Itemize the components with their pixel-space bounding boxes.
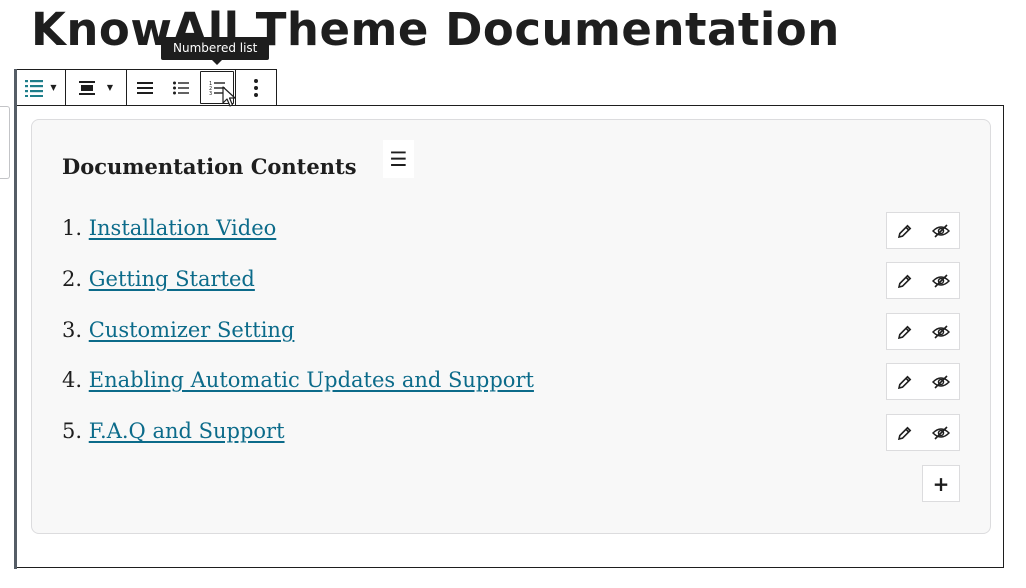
- plus-icon[interactable]: +: [922, 465, 960, 502]
- list-item-number: 3.: [62, 318, 83, 342]
- list-item-number: 2.: [62, 267, 83, 291]
- toc-heading[interactable]: Documentation Contents: [62, 154, 357, 179]
- row-actions: [886, 363, 960, 400]
- edit-pencil-icon[interactable]: [887, 426, 923, 440]
- toolbar-group-more: [236, 70, 276, 105]
- justify-button[interactable]: [127, 70, 163, 105]
- hide-eye-icon[interactable]: [923, 374, 959, 389]
- chevron-down-icon: ▼: [106, 83, 114, 92]
- list-item-number: 1.: [62, 216, 83, 240]
- list-item: 2. Getting Started: [62, 267, 255, 291]
- list-item-link[interactable]: Getting Started: [89, 267, 255, 291]
- side-panel-tab[interactable]: [0, 106, 10, 179]
- hide-eye-icon[interactable]: [923, 223, 959, 238]
- mouse-cursor-icon: [222, 86, 236, 112]
- chevron-down-icon: ▼: [50, 83, 57, 92]
- list-style-button[interactable]: ▼: [17, 70, 65, 105]
- tooltip-arrow: [212, 60, 222, 65]
- list-item-link[interactable]: F.A.Q and Support: [89, 419, 285, 443]
- align-icon: [78, 80, 95, 95]
- list-style-icon: [25, 79, 47, 97]
- list-item: 3. Customizer Setting: [62, 318, 294, 342]
- row-actions: [886, 313, 960, 350]
- edit-pencil-icon[interactable]: [887, 274, 923, 288]
- toolbar-group-align: ▼: [66, 70, 127, 105]
- align-button[interactable]: ▼: [66, 70, 126, 105]
- list-item-link[interactable]: Customizer Setting: [89, 318, 295, 342]
- row-actions: [886, 212, 960, 249]
- block-left-border: [14, 69, 17, 569]
- hide-eye-icon[interactable]: [923, 425, 959, 440]
- toolbar-group-list: 1 2 3: [127, 70, 236, 105]
- list-item-link[interactable]: Enabling Automatic Updates and Support: [89, 368, 534, 392]
- list-item-number: 4.: [62, 368, 83, 392]
- more-options-icon: [254, 78, 258, 97]
- edit-pencil-icon[interactable]: [887, 375, 923, 389]
- list-item-number: 5.: [62, 419, 83, 443]
- page-title: KnowAll Theme Documentation: [31, 3, 840, 56]
- row-actions: [886, 414, 960, 451]
- hide-eye-icon[interactable]: [923, 324, 959, 339]
- block-toolbar: ▼ ▼ 1 2 3: [17, 69, 277, 106]
- toolbar-group-type: ▼: [17, 70, 66, 105]
- justify-icon: [137, 81, 153, 94]
- svg-text:3: 3: [209, 91, 212, 96]
- edit-pencil-icon[interactable]: [887, 224, 923, 238]
- edit-pencil-icon[interactable]: [887, 325, 923, 339]
- more-options-button[interactable]: [236, 70, 276, 105]
- list-item-link[interactable]: Installation Video: [89, 216, 277, 240]
- row-actions: [886, 262, 960, 299]
- list-item: 4. Enabling Automatic Updates and Suppor…: [62, 368, 534, 392]
- bulleted-list-icon: [173, 81, 189, 95]
- list-item: 5. F.A.Q and Support: [62, 419, 285, 443]
- menu-icon[interactable]: ☰: [383, 140, 414, 178]
- hide-eye-icon[interactable]: [923, 273, 959, 288]
- list-item: 1. Installation Video: [62, 216, 276, 240]
- tooltip: Numbered list: [161, 37, 270, 60]
- bulleted-list-button[interactable]: [163, 70, 199, 105]
